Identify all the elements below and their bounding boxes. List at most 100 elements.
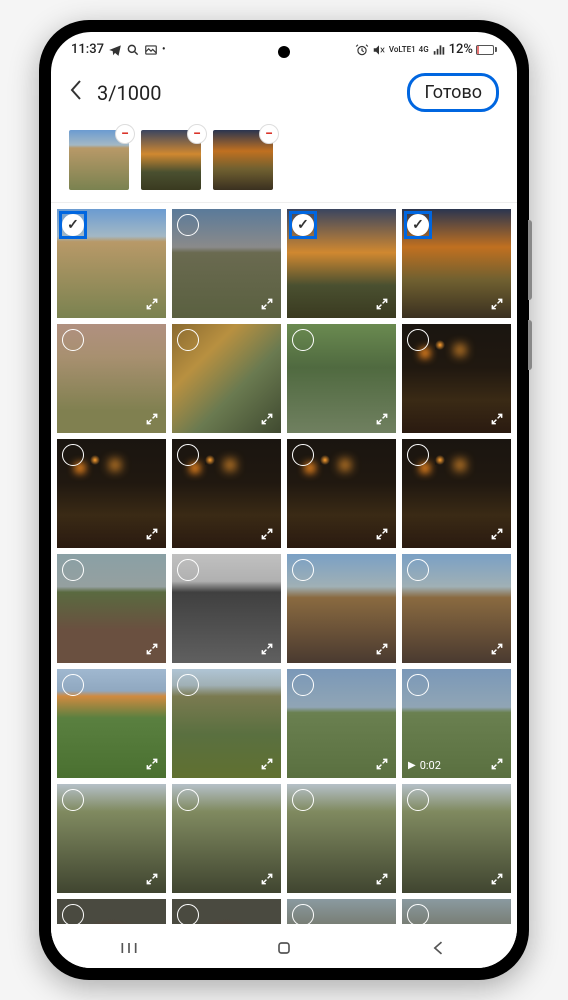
- photo-cell[interactable]: [57, 439, 166, 548]
- photo-cell[interactable]: [287, 669, 396, 778]
- selection-circle-icon[interactable]: [292, 904, 314, 924]
- photo-cell[interactable]: [172, 669, 281, 778]
- photo-cell[interactable]: [402, 554, 511, 663]
- volte-indicator: VoLTE1: [389, 46, 416, 54]
- status-time: 11:37: [71, 42, 104, 57]
- expand-icon[interactable]: [144, 526, 160, 542]
- expand-icon[interactable]: [489, 411, 505, 427]
- selection-circle-icon[interactable]: [62, 559, 84, 581]
- photo-cell[interactable]: [402, 209, 511, 318]
- photo-cell[interactable]: [402, 324, 511, 433]
- selection-circle-icon[interactable]: [407, 329, 429, 351]
- photo-cell[interactable]: [172, 899, 281, 924]
- selection-circle-icon[interactable]: [407, 444, 429, 466]
- selection-circle-icon[interactable]: [62, 904, 84, 924]
- expand-icon[interactable]: [489, 871, 505, 887]
- selected-thumbnail[interactable]: −: [69, 130, 129, 190]
- expand-icon[interactable]: [489, 526, 505, 542]
- expand-icon[interactable]: [144, 296, 160, 312]
- checkmark-selected-icon[interactable]: [292, 214, 314, 236]
- selection-circle-icon[interactable]: [177, 214, 199, 236]
- phone-frame: 11:37 • VoLTE1 4G: [39, 20, 529, 980]
- back-nav-button[interactable]: [429, 938, 449, 958]
- photo-cell[interactable]: [402, 439, 511, 548]
- selection-circle-icon[interactable]: [407, 674, 429, 696]
- selection-circle-icon[interactable]: [292, 329, 314, 351]
- remove-icon[interactable]: −: [259, 124, 279, 144]
- photo-cell[interactable]: [287, 784, 396, 893]
- selection-circle-icon[interactable]: [292, 789, 314, 811]
- photo-cell[interactable]: [172, 554, 281, 663]
- selection-circle-icon[interactable]: [407, 904, 429, 924]
- expand-icon[interactable]: [489, 296, 505, 312]
- selection-circle-icon[interactable]: [177, 559, 199, 581]
- photo-cell[interactable]: ▶0:02: [402, 669, 511, 778]
- photo-grid-scroll[interactable]: ▶0:02: [51, 202, 517, 924]
- checkmark-selected-icon[interactable]: [407, 214, 429, 236]
- expand-icon[interactable]: [374, 641, 390, 657]
- expand-icon[interactable]: [144, 411, 160, 427]
- selection-circle-icon[interactable]: [177, 674, 199, 696]
- selection-circle-icon[interactable]: [292, 444, 314, 466]
- more-dot-icon: •: [162, 44, 166, 55]
- photo-cell[interactable]: [287, 209, 396, 318]
- expand-icon[interactable]: [259, 411, 275, 427]
- expand-icon[interactable]: [374, 871, 390, 887]
- selection-circle-icon[interactable]: [292, 674, 314, 696]
- selection-circle-icon[interactable]: [62, 444, 84, 466]
- photo-cell[interactable]: [402, 784, 511, 893]
- selection-circle-icon[interactable]: [407, 789, 429, 811]
- done-button[interactable]: Готово: [407, 73, 499, 112]
- expand-icon[interactable]: [259, 756, 275, 772]
- remove-icon[interactable]: −: [115, 124, 135, 144]
- selection-circle-icon[interactable]: [407, 559, 429, 581]
- photo-cell[interactable]: [287, 439, 396, 548]
- home-button[interactable]: [274, 938, 294, 958]
- photo-cell[interactable]: [287, 554, 396, 663]
- mute-icon: [372, 43, 386, 57]
- selection-circle-icon[interactable]: [177, 444, 199, 466]
- selection-circle-icon[interactable]: [292, 559, 314, 581]
- expand-icon[interactable]: [259, 871, 275, 887]
- expand-icon[interactable]: [489, 756, 505, 772]
- expand-icon[interactable]: [144, 641, 160, 657]
- selected-thumbnail[interactable]: −: [213, 130, 273, 190]
- expand-icon[interactable]: [259, 641, 275, 657]
- selection-circle-icon[interactable]: [177, 904, 199, 924]
- selection-circle-icon[interactable]: [177, 329, 199, 351]
- video-duration-badge: ▶0:02: [408, 759, 441, 772]
- expand-icon[interactable]: [259, 526, 275, 542]
- photo-cell[interactable]: [57, 669, 166, 778]
- photo-cell[interactable]: [57, 324, 166, 433]
- expand-icon[interactable]: [374, 526, 390, 542]
- selection-circle-icon[interactable]: [62, 789, 84, 811]
- photo-cell[interactable]: [402, 899, 511, 924]
- expand-icon[interactable]: [374, 756, 390, 772]
- photo-cell[interactable]: [57, 784, 166, 893]
- photo-cell[interactable]: [287, 899, 396, 924]
- photo-cell[interactable]: [172, 324, 281, 433]
- photo-cell[interactable]: [172, 209, 281, 318]
- expand-icon[interactable]: [374, 411, 390, 427]
- photo-cell[interactable]: [287, 324, 396, 433]
- expand-icon[interactable]: [489, 641, 505, 657]
- back-button[interactable]: [69, 79, 83, 107]
- photo-cell[interactable]: [172, 439, 281, 548]
- expand-icon[interactable]: [259, 296, 275, 312]
- selected-thumbnail[interactable]: −: [141, 130, 201, 190]
- photo-cell[interactable]: [57, 554, 166, 663]
- signal-icon: [432, 43, 446, 57]
- expand-icon[interactable]: [144, 756, 160, 772]
- selection-circle-icon[interactable]: [62, 674, 84, 696]
- photo-cell[interactable]: [57, 209, 166, 318]
- selection-circle-icon[interactable]: [62, 329, 84, 351]
- expand-icon[interactable]: [374, 296, 390, 312]
- checkmark-selected-icon[interactable]: [62, 214, 84, 236]
- selection-counter: 3/1000: [97, 81, 161, 105]
- remove-icon[interactable]: −: [187, 124, 207, 144]
- photo-cell[interactable]: [57, 899, 166, 924]
- recents-button[interactable]: [119, 938, 139, 958]
- expand-icon[interactable]: [144, 871, 160, 887]
- photo-cell[interactable]: [172, 784, 281, 893]
- selection-circle-icon[interactable]: [177, 789, 199, 811]
